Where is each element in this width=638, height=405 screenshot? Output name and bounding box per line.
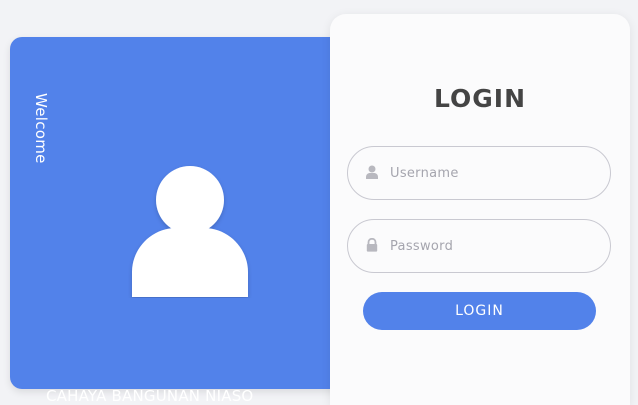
username-input[interactable] — [390, 147, 595, 199]
login-form-card: LOGIN LOGIN — [330, 14, 630, 405]
user-icon — [365, 164, 379, 179]
brand-name: CAHAYA BANGUNAN NIASO — [46, 387, 254, 405]
password-field[interactable] — [347, 219, 611, 273]
lock-icon — [365, 237, 379, 252]
username-field[interactable] — [347, 146, 611, 200]
welcome-panel: Welcome CAHAYA BANGUNAN NIASO — [10, 37, 360, 405]
login-title: LOGIN — [433, 84, 527, 113]
welcome-label: Welcome — [32, 93, 50, 164]
login-page: Welcome CAHAYA BANGUNAN NIASO LOGIN User… — [0, 0, 638, 405]
login-button[interactable]: LOGIN — [363, 292, 596, 330]
password-input[interactable] — [390, 220, 595, 272]
user-avatar-icon — [126, 162, 254, 298]
